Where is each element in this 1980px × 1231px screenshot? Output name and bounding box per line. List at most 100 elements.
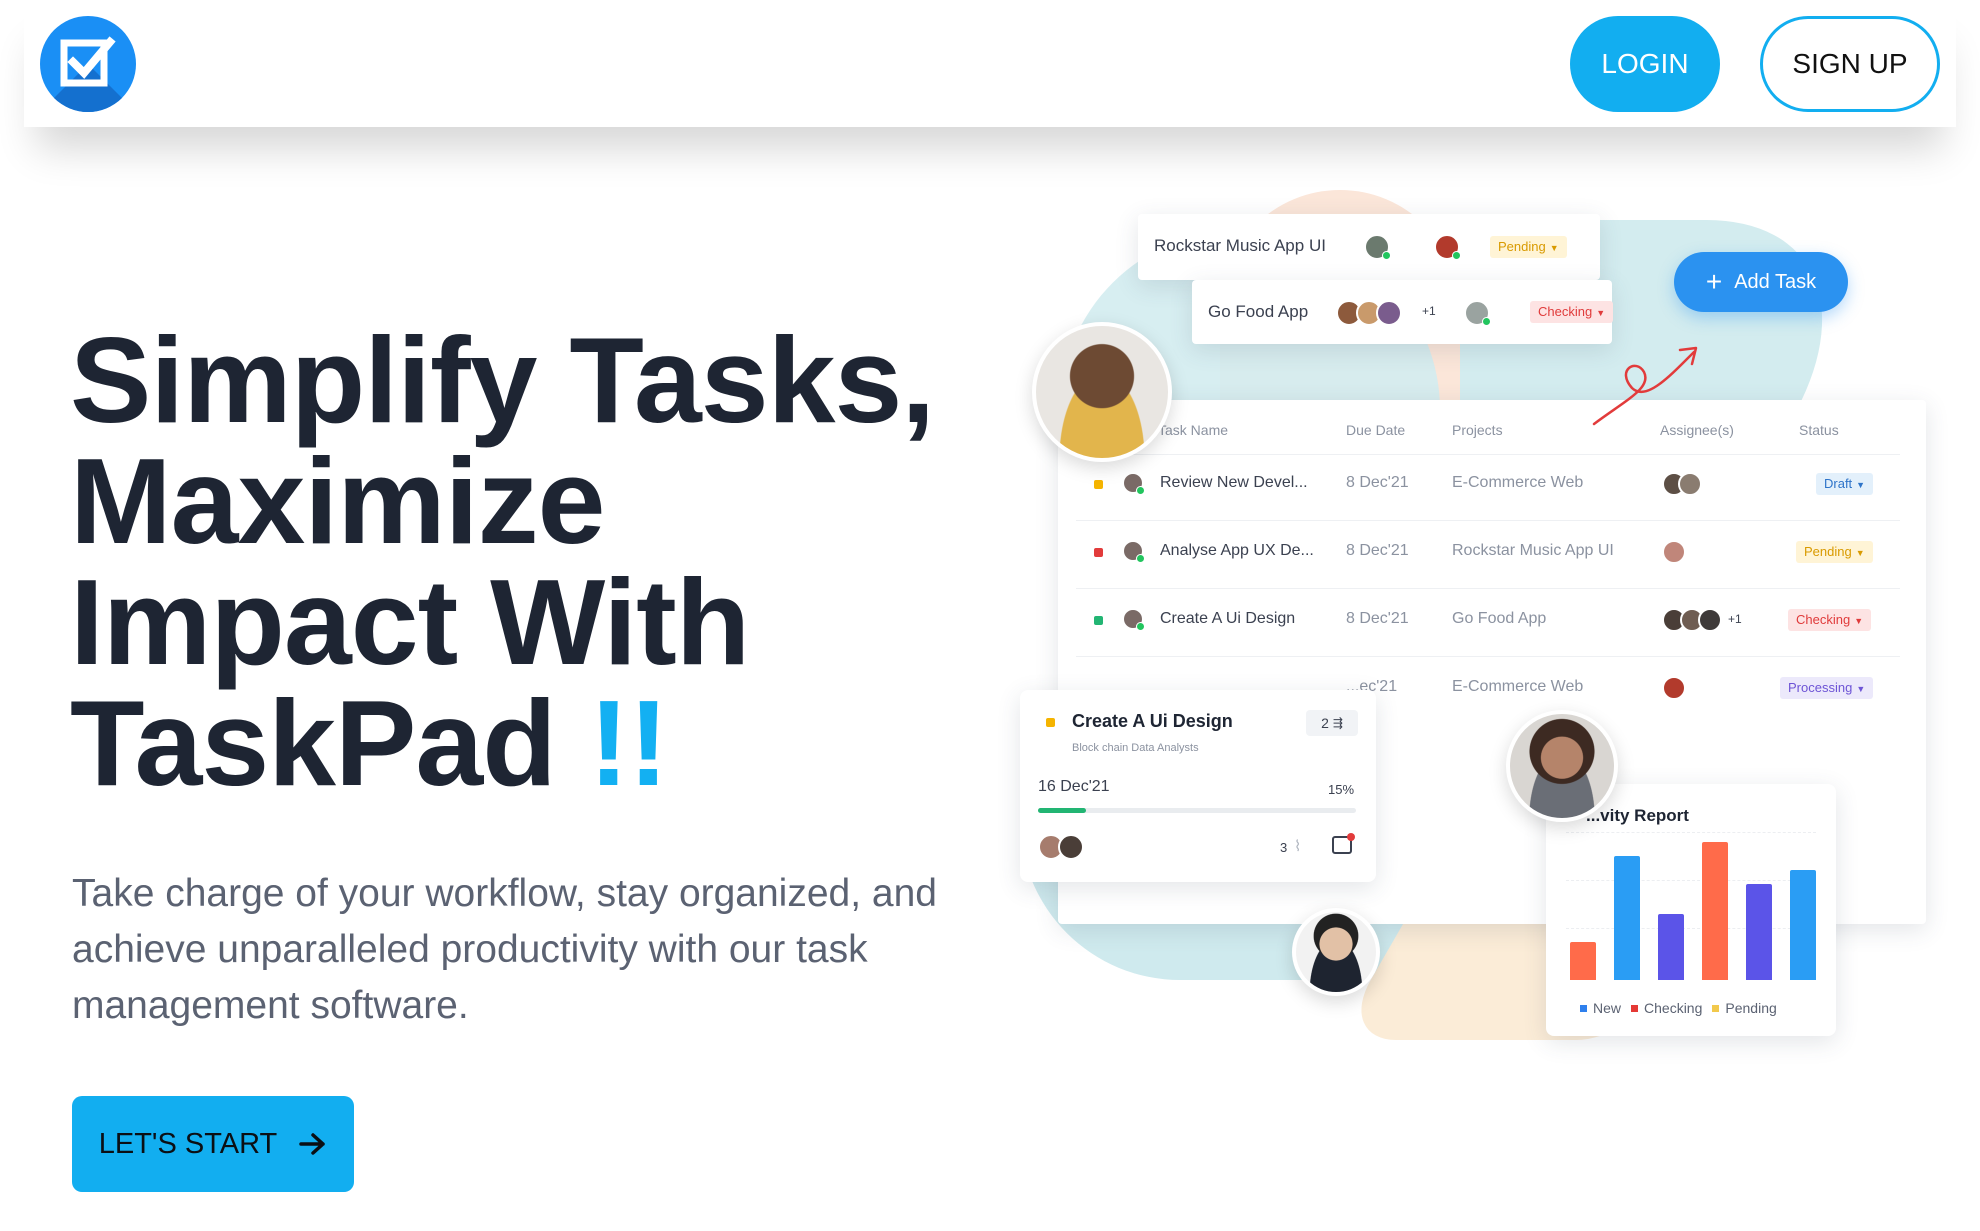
squiggle-arrow-icon [1592,346,1698,426]
task-card-date: 16 Dec'21 [1038,778,1110,795]
caret-down-icon: ▼ [1596,308,1606,318]
checkbox-logo-icon [60,36,116,87]
extra-assignees: +1 [1728,612,1742,626]
plus-icon: + [1705,266,1723,297]
activity-report-card: ...vity Report New Checking Pending [1546,784,1836,1036]
hero-title-line-2: Maximize [70,433,605,569]
chart-bar [1746,884,1772,980]
column-header: Status [1799,422,1839,438]
column-header: Due Date [1346,422,1406,438]
top-nav: LOGIN SIGN UP [24,0,1956,127]
report-title: ...vity Report [1586,806,1689,825]
online-dot [1136,486,1145,495]
subtask-count-badge[interactable]: 2 ⇶ [1306,710,1358,736]
avatar [1662,676,1686,700]
progress-fill [1038,808,1086,813]
hero-title: Simplify Tasks, Maximize Impact With Tas… [70,312,970,804]
chart-bar [1570,942,1596,980]
caret-down-icon: ▼ [1549,243,1559,253]
mini-task-card: Rockstar Music App UI Pending ▼ [1138,214,1600,280]
legend-label: Checking [1644,1000,1703,1016]
legend-label: Pending [1725,1000,1777,1016]
status-badge[interactable]: Checking ▼ [1530,301,1614,323]
status-badge[interactable]: Processing ▼ [1780,677,1874,699]
caret-down-icon: ▼ [1856,480,1866,490]
progress-label: 15% [1328,782,1355,797]
avatar [1662,540,1686,564]
legend-label: New [1593,1000,1622,1016]
caret-down-icon: ▼ [1856,684,1866,694]
online-dot [1382,251,1391,260]
paperclip-icon[interactable]: ⌇ [1294,837,1301,855]
status-badge[interactable]: Pending ▼ [1490,236,1567,258]
hero-title-line-1: Simplify Tasks, [70,312,935,448]
divider [1076,588,1900,589]
priority-marker [1094,480,1103,489]
column-header: Projects [1452,422,1503,438]
lets-start-button[interactable]: LET'S START [72,1096,354,1192]
avatar [1058,834,1084,860]
divider [1076,656,1900,657]
divider [1076,454,1900,455]
grid-line [1566,832,1816,833]
status-label: Draft [1824,476,1853,491]
project: Go Food App [1452,610,1547,627]
dashboard-illustration: Rockstar Music App UI Pending ▼ Go Food A… [1000,180,1960,1060]
user-photo [1032,322,1172,462]
task-detail-card[interactable]: Create A Ui Design Block chain Data Anal… [1020,690,1376,882]
caret-down-icon: ▼ [1854,616,1864,626]
legend-swatch [1580,1004,1587,1012]
legend-item: New [1580,1000,1621,1016]
add-task-label: Add Task [1734,270,1817,293]
online-dot [1136,622,1145,631]
grid-line [1566,880,1816,881]
title-accent: !! [588,675,669,811]
due-date: 8 Dec'21 [1346,542,1409,559]
status-badge[interactable]: Pending ▼ [1796,541,1873,563]
task-card-title: Create A Ui Design [1072,711,1233,731]
due-date: 8 Dec'21 [1346,474,1409,491]
status-label: Pending [1498,239,1546,254]
add-task-button[interactable]: + Add Task [1674,252,1848,312]
avatar [1376,300,1402,326]
due-date: 8 Dec'21 [1346,610,1409,627]
divider [1076,520,1900,521]
brand-name: TaskPad [70,675,557,811]
caret-down-icon: ▼ [1855,548,1865,558]
chart-bar [1614,856,1640,980]
notification-dot [1347,833,1355,841]
project: E-Commerce Web [1452,474,1584,491]
signup-button[interactable]: SIGN UP [1760,16,1940,112]
comment-icon[interactable] [1332,833,1355,854]
subtask-count: 2 [1321,715,1329,731]
priority-marker [1094,548,1103,557]
status-label: Pending [1804,544,1852,559]
mini-task-name: Rockstar Music App UI [1154,236,1326,255]
user-photo [1506,710,1618,822]
legend-item: Pending [1712,1000,1777,1016]
status-badge[interactable]: Checking ▼ [1788,609,1872,631]
task-card-subtitle: Block chain Data Analysts [1072,742,1199,754]
status-label: Checking [1538,304,1593,319]
legend-swatch [1712,1004,1720,1012]
mini-task-name: Go Food App [1208,302,1309,321]
taskpad-logo[interactable] [40,16,136,112]
chart-bar [1702,842,1728,980]
avatar [1698,608,1722,632]
project: E-Commerce Web [1452,678,1584,695]
status-badge[interactable]: Draft ▼ [1816,473,1874,495]
extra-assignees: +1 [1422,304,1436,318]
hero-subtitle: Take charge of your workflow, stay organ… [72,872,937,1027]
mini-task-card: Go Food App +1 Checking ▼ [1192,280,1614,344]
grid-line [1566,928,1816,929]
task-name: Analyse App UX De... [1160,542,1314,559]
avatar [1678,472,1702,496]
online-dot [1452,251,1461,260]
login-button[interactable]: LOGIN [1570,16,1720,112]
lets-start-label: LET'S START [98,1127,278,1160]
priority-marker [1094,616,1103,625]
legend-item: Checking [1631,1000,1702,1016]
attachment-count: 3 [1280,840,1288,855]
column-header: Task Name [1158,422,1229,438]
online-dot [1136,554,1145,563]
